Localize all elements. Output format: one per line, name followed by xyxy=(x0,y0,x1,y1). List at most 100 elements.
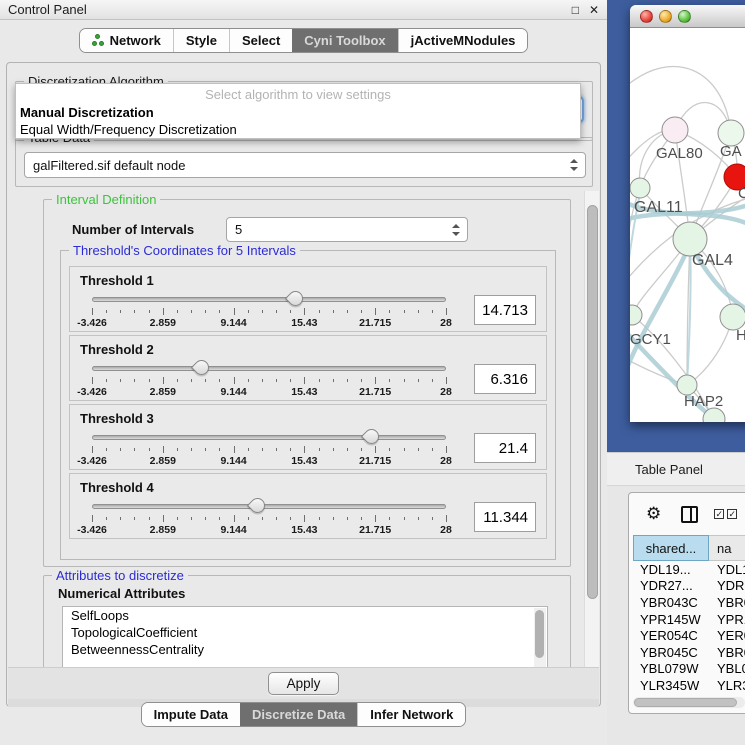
tab-cyni-toolbox[interactable]: Cyni Toolbox xyxy=(292,29,397,52)
tick-mark xyxy=(304,515,305,522)
slider-thumb[interactable] xyxy=(361,426,382,447)
slider-thumb[interactable] xyxy=(191,357,212,378)
threshold-value-field[interactable]: 21.4 xyxy=(474,433,536,463)
tab-select[interactable]: Select xyxy=(229,29,292,52)
settings-scrollbar[interactable] xyxy=(584,191,599,667)
tick-mark xyxy=(347,517,348,520)
tick-mark xyxy=(163,446,164,453)
select-columns-checkbox-icon[interactable]: ✓ xyxy=(727,509,737,519)
threshold-slider[interactable]: -3.4262.8599.14415.4321.71528 xyxy=(92,497,446,537)
scale-label: -3.426 xyxy=(77,524,107,536)
node-gal11[interactable] xyxy=(630,178,650,198)
tab-impute-data[interactable]: Impute Data xyxy=(142,703,240,726)
table-row[interactable]: YDR27...YDR2 xyxy=(633,578,745,595)
tick-mark xyxy=(290,379,291,382)
table-row[interactable]: YBL079WYBL0 xyxy=(633,661,745,678)
select-all-checkbox-icon[interactable]: ✓ xyxy=(714,509,724,519)
minimize-button[interactable] xyxy=(659,10,672,23)
node-gal4[interactable] xyxy=(673,222,707,256)
list-scrollbar-thumb[interactable] xyxy=(535,610,544,658)
scale-label: 21.715 xyxy=(359,386,391,398)
node-gal80[interactable] xyxy=(662,117,688,143)
algorithm-placeholder-option[interactable]: Select algorithm to view settings xyxy=(16,86,580,104)
tick-mark xyxy=(134,517,135,520)
tick-mark xyxy=(290,310,291,313)
attribute-item-selfloops[interactable]: SelfLoops xyxy=(63,607,547,624)
list-scrollbar[interactable] xyxy=(534,608,546,667)
tab-infer-network[interactable]: Infer Network xyxy=(357,703,465,726)
tab-network[interactable]: Network xyxy=(80,29,173,52)
algorithm-option-manual-discretization[interactable]: Manual Discretization xyxy=(16,104,580,121)
tick-mark xyxy=(219,379,220,382)
table-row[interactable]: YER054CYER0 xyxy=(633,627,745,644)
table-row[interactable]: YDL19...YDL1 xyxy=(633,561,745,578)
tick-mark xyxy=(375,308,376,315)
tab-discretize-data[interactable]: Discretize Data xyxy=(240,703,357,726)
split-view-icon[interactable] xyxy=(681,506,698,523)
slider-track[interactable] xyxy=(92,366,446,371)
table-data-value: galFiltered.sif default node xyxy=(33,158,185,173)
close-button[interactable] xyxy=(640,10,653,23)
node-hap2[interactable] xyxy=(677,375,697,395)
network-canvas[interactable]: GAL80GACGAL11GAL4GCY1HHAP2 xyxy=(630,28,745,422)
gear-icon[interactable]: ⚙ xyxy=(646,504,661,524)
column-header-2[interactable]: na xyxy=(709,535,745,561)
float-window-icon[interactable]: □ xyxy=(572,3,579,17)
attribute-item-betweennesscentrality[interactable]: BetweennessCentrality xyxy=(63,641,547,658)
zoom-button[interactable] xyxy=(678,10,691,23)
scale-label: 28 xyxy=(440,386,452,398)
tab-label: jActiveMNodules xyxy=(411,33,516,48)
slider-track[interactable] xyxy=(92,504,446,509)
table-horizontal-scrollbar[interactable] xyxy=(633,697,745,708)
threshold-slider[interactable]: -3.4262.8599.14415.4321.71528 xyxy=(92,359,446,399)
attribute-item-topologicalcoefficient[interactable]: TopologicalCoefficient xyxy=(63,624,547,641)
tab-jactivemnodules[interactable]: jActiveMNodules xyxy=(398,29,528,52)
tick-mark xyxy=(375,377,376,384)
close-panel-icon[interactable]: ✕ xyxy=(589,3,599,17)
table-row[interactable]: YBR045CYBR0 xyxy=(633,644,745,661)
table-hscrollbar-thumb[interactable] xyxy=(634,698,737,707)
attributes-group: Attributes to discretize Numerical Attri… xyxy=(43,575,571,667)
tick-mark xyxy=(149,448,150,451)
threshold-slider[interactable]: -3.4262.8599.14415.4321.71528 xyxy=(92,290,446,330)
slider-thumb[interactable] xyxy=(285,288,306,309)
settings-scrollbar-thumb[interactable] xyxy=(587,205,598,599)
cyni-toolbox-panel: Discretization Algorithm Select algorith… xyxy=(6,62,601,707)
tick-mark xyxy=(432,448,433,451)
slider-thumb[interactable] xyxy=(247,495,268,516)
threshold-value-field[interactable]: 6.316 xyxy=(474,364,536,394)
threshold-value-field[interactable]: 11.344 xyxy=(474,502,536,532)
tick-mark xyxy=(120,517,121,520)
slider-track[interactable] xyxy=(92,435,446,440)
threshold-panel-4: Threshold 4-3.4262.8599.14415.4321.71528… xyxy=(69,473,547,539)
tab-style[interactable]: Style xyxy=(173,29,229,52)
tick-mark xyxy=(205,517,206,520)
number-of-intervals-combobox[interactable]: 5 xyxy=(226,217,468,242)
slider-scale-labels: -3.4262.8599.14415.4321.71528 xyxy=(92,386,446,398)
scale-label: 9.144 xyxy=(220,455,246,467)
tab-label: Discretize Data xyxy=(252,707,345,722)
slider-track[interactable] xyxy=(92,297,446,302)
column-header-1[interactable]: shared... xyxy=(633,535,709,561)
tick-mark xyxy=(389,448,390,451)
table-row[interactable]: YBR043CYBR0 xyxy=(633,594,745,611)
tick-mark xyxy=(106,310,107,313)
table-row[interactable]: YLR345WYLR3 xyxy=(633,677,745,694)
node-label-c: C xyxy=(738,185,745,202)
tick-mark xyxy=(163,377,164,384)
column-select-icons[interactable]: ✓ ✓ xyxy=(714,509,740,519)
numerical-attributes-list: SelfLoopsTopologicalCoefficientBetweenne… xyxy=(62,606,548,667)
apply-button[interactable]: Apply xyxy=(268,672,340,695)
table-data-combobox[interactable]: galFiltered.sif default node xyxy=(24,152,586,178)
table-data-group: Table Data galFiltered.sif default node xyxy=(15,137,593,187)
table-header-row: shared...na xyxy=(633,535,745,561)
threshold-value-field[interactable]: 14.713 xyxy=(474,295,536,325)
algorithm-option-equal-width-frequency-discretization[interactable]: Equal Width/Frequency Discretization xyxy=(16,121,580,138)
algorithm-dropdown-popup: Select algorithm to view settings Manual… xyxy=(15,83,581,139)
table-row[interactable]: YPR145WYPR1 xyxy=(633,611,745,628)
tick-mark xyxy=(361,517,362,520)
tick-mark xyxy=(404,448,405,451)
attribute-items: SelfLoopsTopologicalCoefficientBetweenne… xyxy=(63,607,547,658)
threshold-label: Threshold 1 xyxy=(70,267,546,288)
threshold-slider[interactable]: -3.4262.8599.14415.4321.71528 xyxy=(92,428,446,468)
